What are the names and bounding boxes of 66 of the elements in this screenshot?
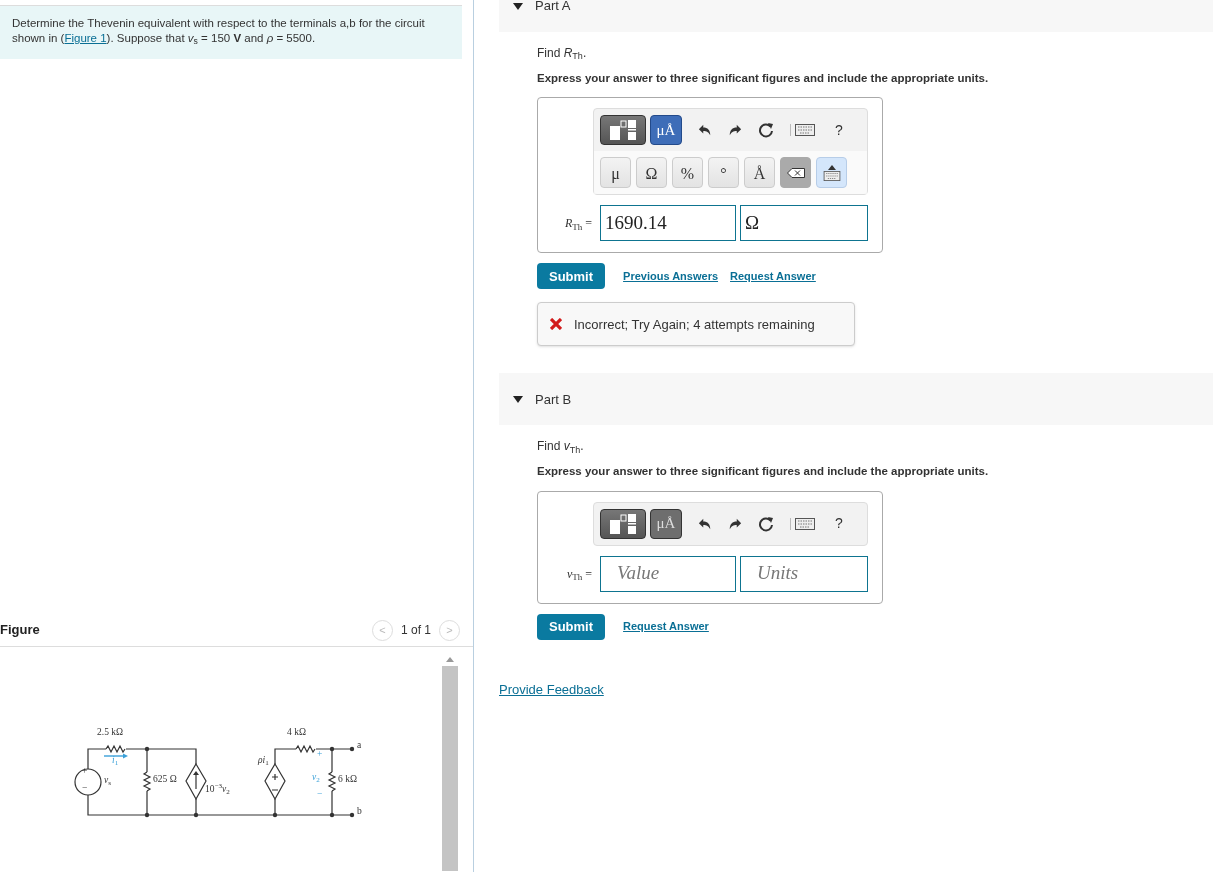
circuit-label: 6 kΩ	[338, 775, 357, 785]
backspace-icon	[786, 167, 805, 178]
figure-link[interactable]: Figure 1	[64, 32, 107, 44]
circuit-label: v$_{s}$	[104, 776, 111, 786]
feedback-text: Incorrect; Try Again; 4 attempts remaining	[574, 315, 815, 334]
circuit-label: +	[317, 750, 323, 760]
keyboard-toggle-button[interactable]	[816, 157, 847, 189]
units-button[interactable]: μÅ	[650, 115, 682, 146]
units-field[interactable]: Units	[740, 555, 868, 592]
templates-icon	[608, 119, 638, 142]
symbol-button[interactable]: Å	[744, 157, 775, 189]
caret-icon	[513, 2, 523, 10]
answer-link[interactable]: Request Answer	[623, 618, 709, 635]
answer-link[interactable]: Request Answer	[730, 268, 816, 285]
circuit-label: b	[357, 807, 362, 817]
value-field[interactable]: 1690.14	[600, 205, 736, 242]
part-header[interactable]: Part A	[499, 0, 1213, 32]
units-field[interactable]: Ω	[740, 205, 868, 242]
circuit-label: i$_{1}$	[112, 756, 119, 766]
circuit-label: ρi$_{1}$	[258, 756, 269, 766]
templates-button[interactable]	[600, 508, 646, 539]
part-header[interactable]: Part B	[499, 373, 1213, 426]
caret-icon	[513, 395, 523, 403]
templates-icon	[608, 512, 638, 535]
reset-icon[interactable]	[758, 122, 774, 139]
keyboard-icon[interactable]	[795, 517, 815, 530]
question-prompt: Find v$_{Th}$.	[537, 438, 585, 456]
backspace-button[interactable]	[780, 157, 811, 189]
page-counter: 1 of 1	[400, 622, 431, 639]
submit-button[interactable]: Submit	[537, 613, 606, 640]
instruction-text: Express your answer to three significant figures and include the appropriate units.	[537, 71, 990, 86]
part-title: Part A	[535, 0, 571, 16]
keyboard-icon	[822, 170, 841, 181]
problem-statement: Determine the Thevenin equivalent with respect to the terminals a,b for the circuit shown in (Figure 1). Suppose that v$_{s}$ = 150 V and ρ = 5500.	[12, 16, 426, 46]
units-button[interactable]: μÅ	[650, 508, 682, 539]
figure-title: Figure	[0, 621, 40, 640]
circuit-label: 4 kΩ	[287, 728, 306, 738]
help-button[interactable]: ?	[831, 513, 847, 534]
answer-label: R$_{Th}$ =	[563, 215, 593, 233]
reset-icon[interactable]	[758, 515, 774, 532]
circuit-label: −	[317, 790, 323, 800]
provide-feedback-link[interactable]: Provide Feedback	[499, 679, 604, 699]
symbol-button[interactable]: μ	[600, 157, 631, 189]
part-title: Part B	[535, 390, 572, 409]
answer-link[interactable]: Previous Answers	[623, 268, 719, 285]
scroll-up-icon[interactable]	[446, 657, 454, 662]
circuit-label: +	[82, 767, 88, 777]
symbol-button[interactable]: %	[672, 157, 703, 189]
value-field[interactable]: Value	[600, 555, 736, 592]
templates-button[interactable]	[600, 115, 646, 146]
answer-label: v$_{Th}$ =	[565, 565, 593, 583]
instruction-text: Express your answer to three significant figures and include the appropriate units.	[537, 464, 990, 480]
keyboard-icon[interactable]	[795, 124, 815, 137]
question-prompt: Find R$_{Th}$.	[537, 45, 588, 62]
circuit-label: a	[357, 741, 362, 751]
circuit-label: 625 Ω	[153, 775, 177, 785]
circuit-label: 2.5 kΩ	[97, 728, 124, 738]
circuit-label: 10$^{−3}$v$_{2}$	[205, 785, 230, 795]
help-button[interactable]: ?	[831, 119, 847, 141]
redo-icon[interactable]	[728, 516, 742, 531]
submit-button[interactable]: Submit	[537, 263, 606, 290]
error-icon	[550, 318, 562, 331]
symbol-button[interactable]: Ω	[636, 157, 667, 189]
circuit-label: v$_{2}$	[312, 773, 320, 783]
circuit-label: −	[82, 784, 88, 794]
symbol-button[interactable]: °	[708, 157, 739, 189]
